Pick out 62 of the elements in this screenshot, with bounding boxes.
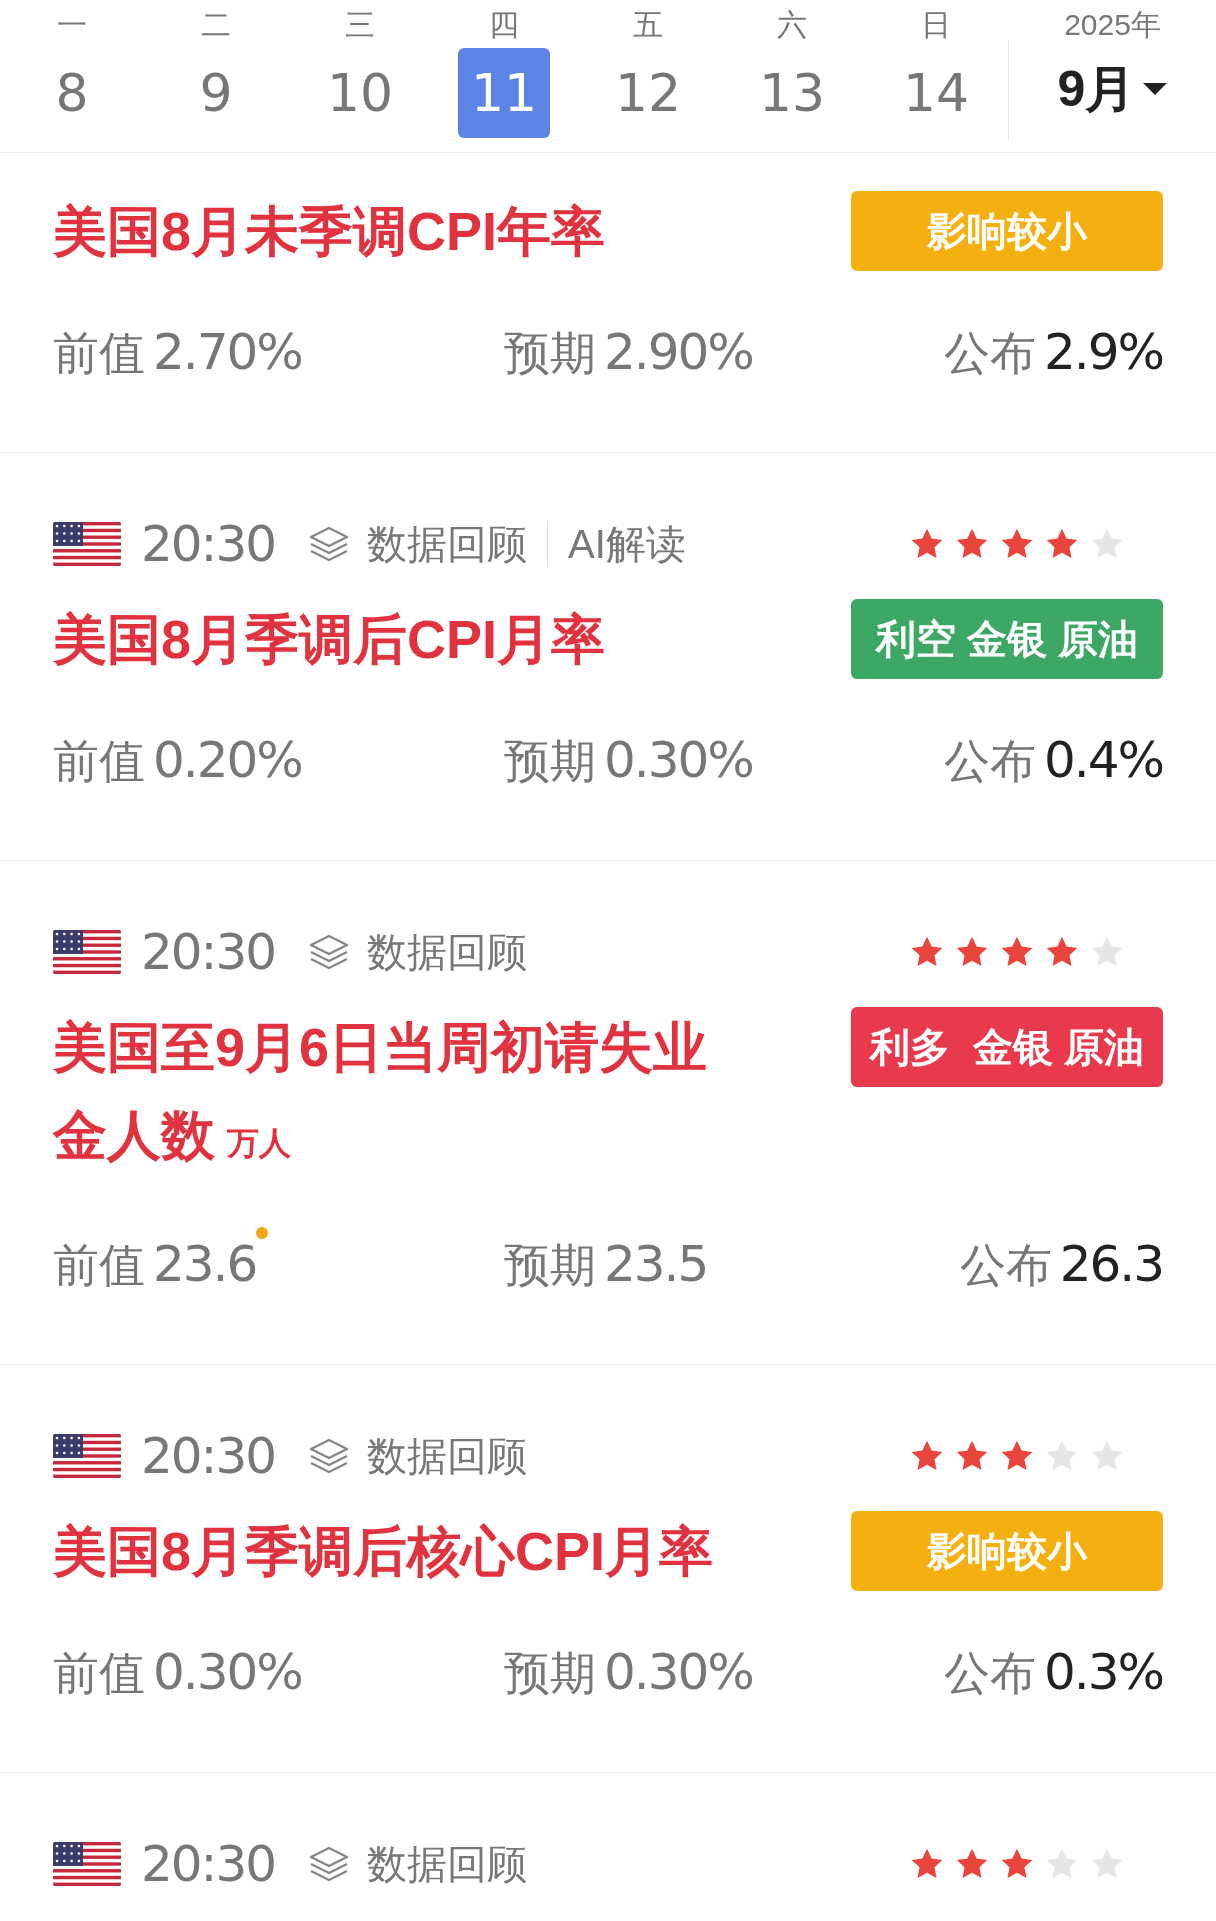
metric-value: 23.6	[153, 1235, 257, 1293]
date-tab[interactable]: 11	[458, 48, 550, 138]
metric-value: 23.5	[604, 1235, 708, 1293]
metric-label: 前值	[53, 1238, 145, 1293]
event-time: 20:30	[141, 1425, 276, 1487]
metric-label: 公布	[959, 1238, 1052, 1293]
weekday-label: 二	[201, 7, 231, 38]
metric-label: 预期	[504, 1646, 596, 1701]
impact-badge: 利空 金银 原油	[851, 599, 1163, 679]
month-selector[interactable]: 9月	[1057, 52, 1168, 127]
event-link[interactable]: 数据回顾	[367, 922, 528, 982]
metric-value: 0.4%	[1043, 731, 1163, 789]
metric-value: 0.20%	[153, 731, 302, 789]
us-flag-icon	[53, 1842, 121, 1886]
metric-label: 预期	[504, 326, 596, 381]
event-title: 美国8月季调后CPI月率	[53, 608, 606, 671]
event-title: 美国8月季调后核心CPI月率	[53, 1520, 714, 1583]
year-label: 2025年	[1064, 7, 1161, 38]
metric-label: 公布	[943, 734, 1036, 789]
event-time: 20:30	[141, 921, 276, 983]
metric-value: 2.90%	[604, 323, 753, 381]
date-tab[interactable]: 13	[746, 48, 838, 138]
metric-label: 前值	[53, 1646, 145, 1701]
weekday-label: 一	[57, 7, 87, 38]
impact-badge: 影响较小	[851, 1511, 1163, 1591]
date-tab[interactable]: 9	[170, 48, 262, 138]
date-tab[interactable]: 14	[890, 48, 982, 138]
metric-value: 0.3%	[1043, 1643, 1163, 1701]
impact-badge: 利多 金银 原油	[851, 1007, 1163, 1087]
weekday-label: 三	[345, 7, 375, 38]
metric-label: 公布	[943, 1646, 1036, 1701]
weekday-label: 四	[489, 7, 519, 38]
us-flag-icon	[53, 930, 121, 974]
date-tab[interactable]: 8	[26, 48, 118, 138]
event-time: 20:30	[141, 513, 276, 575]
impact-badge: 影响较小	[851, 191, 1163, 271]
metric-value: 0.30%	[604, 731, 753, 789]
metric-label: 预期	[504, 734, 596, 789]
metric-label: 公布	[943, 326, 1036, 381]
event-link[interactable]: 数据回顾	[367, 1426, 528, 1486]
metric-value: 0.30%	[153, 1643, 302, 1701]
event-title: 美国8月未季调CPI年率	[53, 200, 606, 263]
event-link[interactable]: AI解读	[568, 514, 686, 574]
event-link[interactable]: 数据回顾	[367, 514, 528, 574]
date-tab[interactable]: 12	[602, 48, 694, 138]
event-link[interactable]: 数据回顾	[367, 1834, 528, 1894]
weekday-label: 日	[921, 7, 951, 38]
metric-value: 2.70%	[153, 323, 302, 381]
metric-value: 2.9%	[1043, 323, 1163, 381]
weekday-label: 五	[633, 7, 663, 38]
event-time: 20:30	[141, 1833, 276, 1895]
date-tab[interactable]: 10	[314, 48, 406, 138]
metric-value: 26.3	[1059, 1235, 1163, 1293]
caret-down-icon	[1143, 82, 1168, 97]
metric-label: 前值	[53, 326, 145, 381]
event-title: 美国至9月6日当周初请失业金人数 万人	[53, 1016, 709, 1167]
weekday-label: 六	[777, 7, 807, 38]
metric-value: 0.30%	[604, 1643, 753, 1701]
metric-label: 预期	[504, 1238, 596, 1293]
metric-label: 前值	[53, 734, 145, 789]
us-flag-icon	[53, 522, 121, 566]
us-flag-icon	[53, 1434, 121, 1478]
